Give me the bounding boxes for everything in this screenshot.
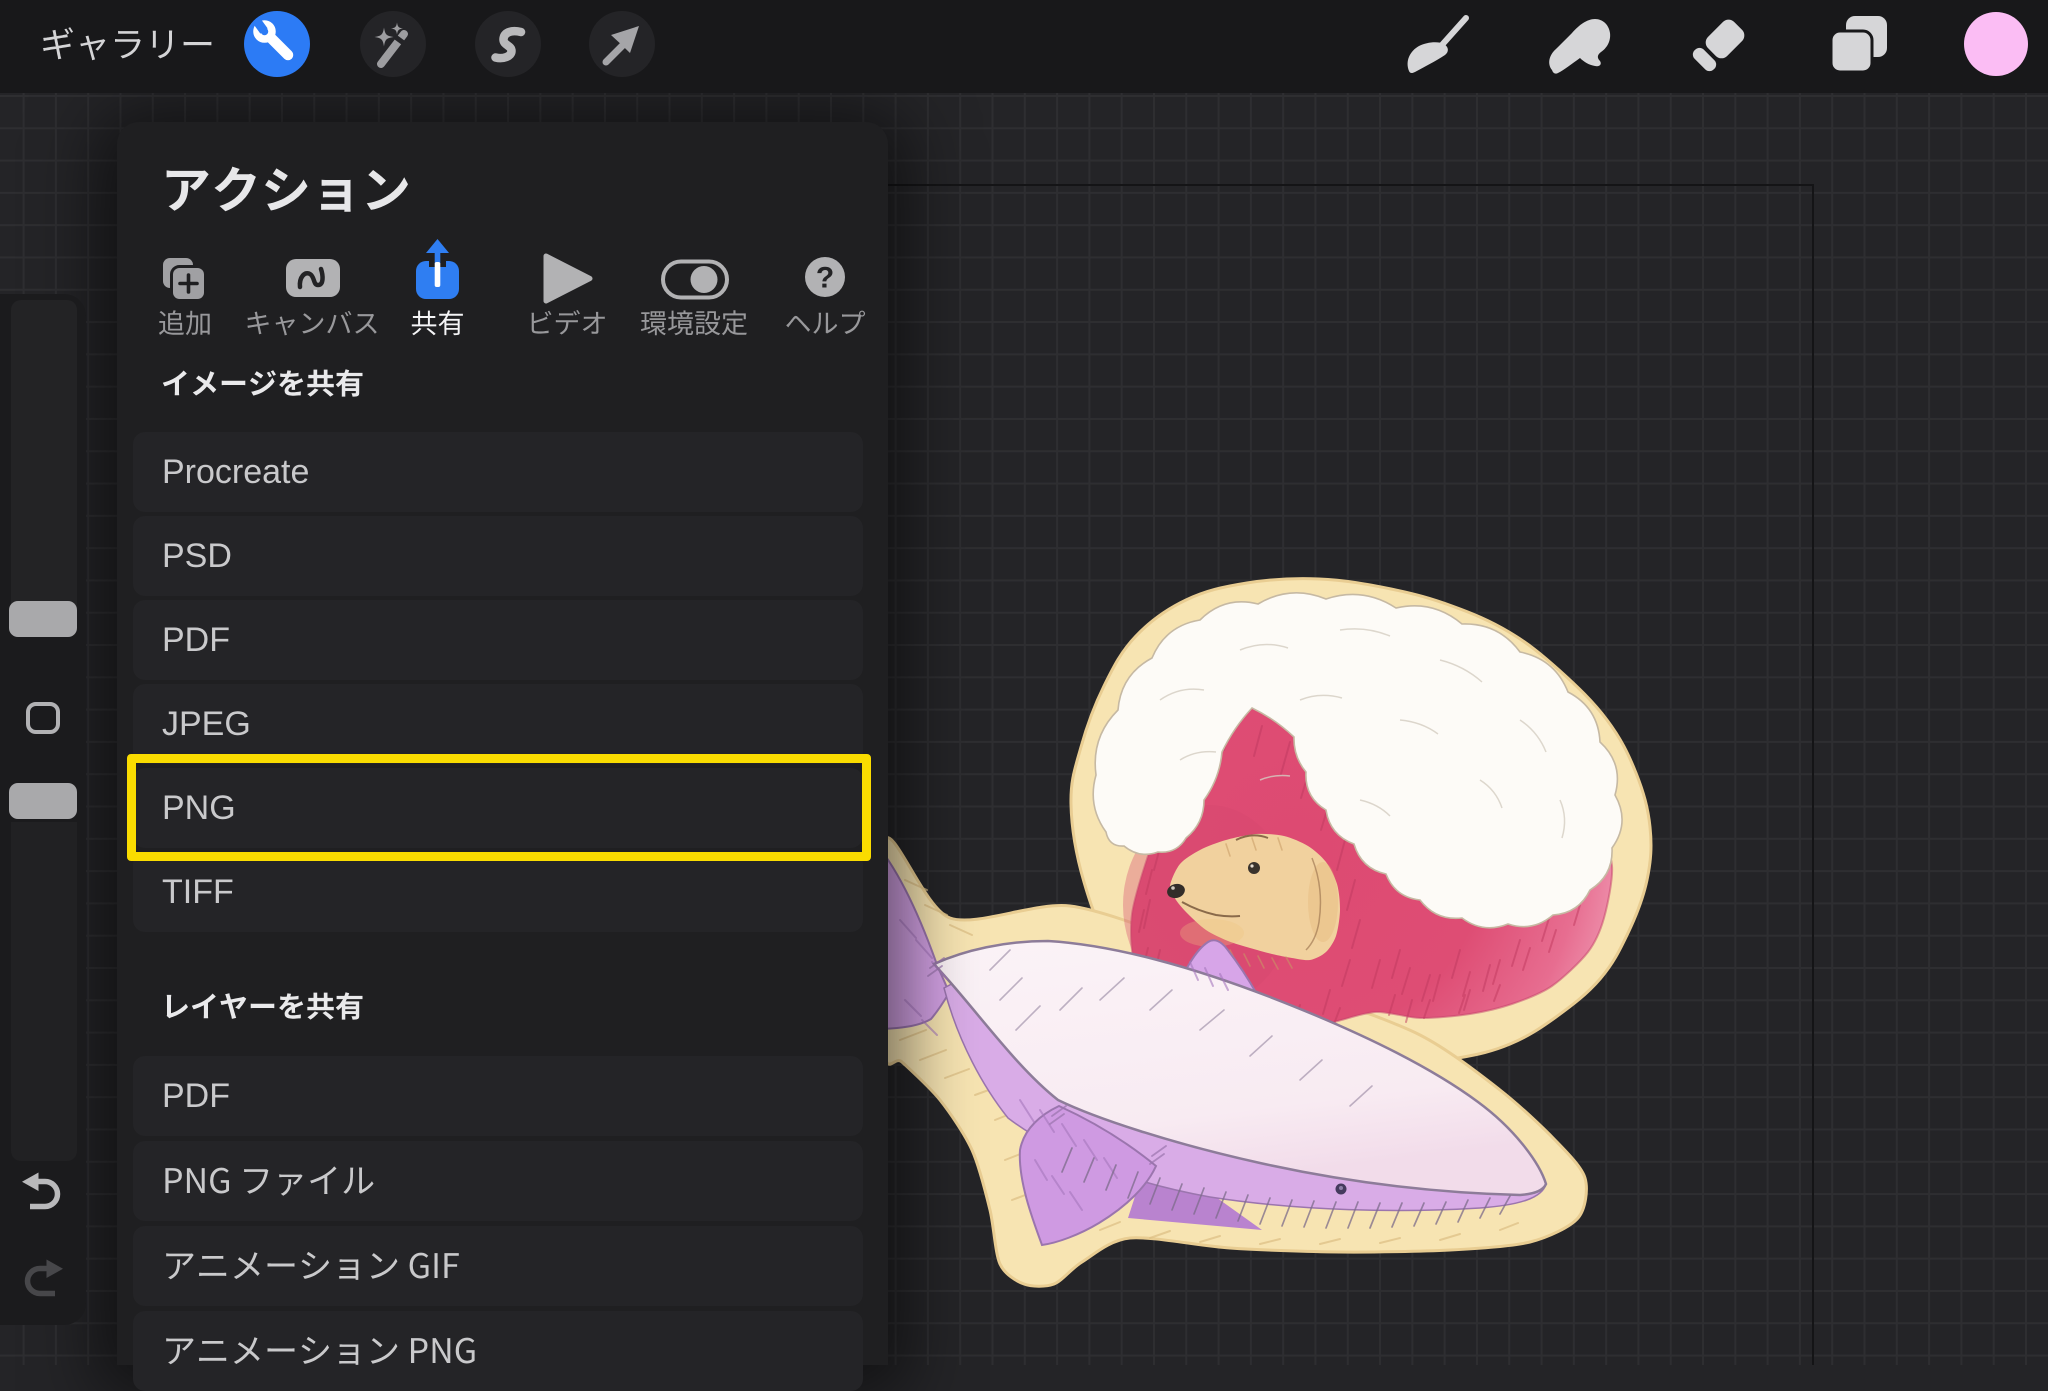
svg-text:?: ? — [816, 262, 834, 295]
